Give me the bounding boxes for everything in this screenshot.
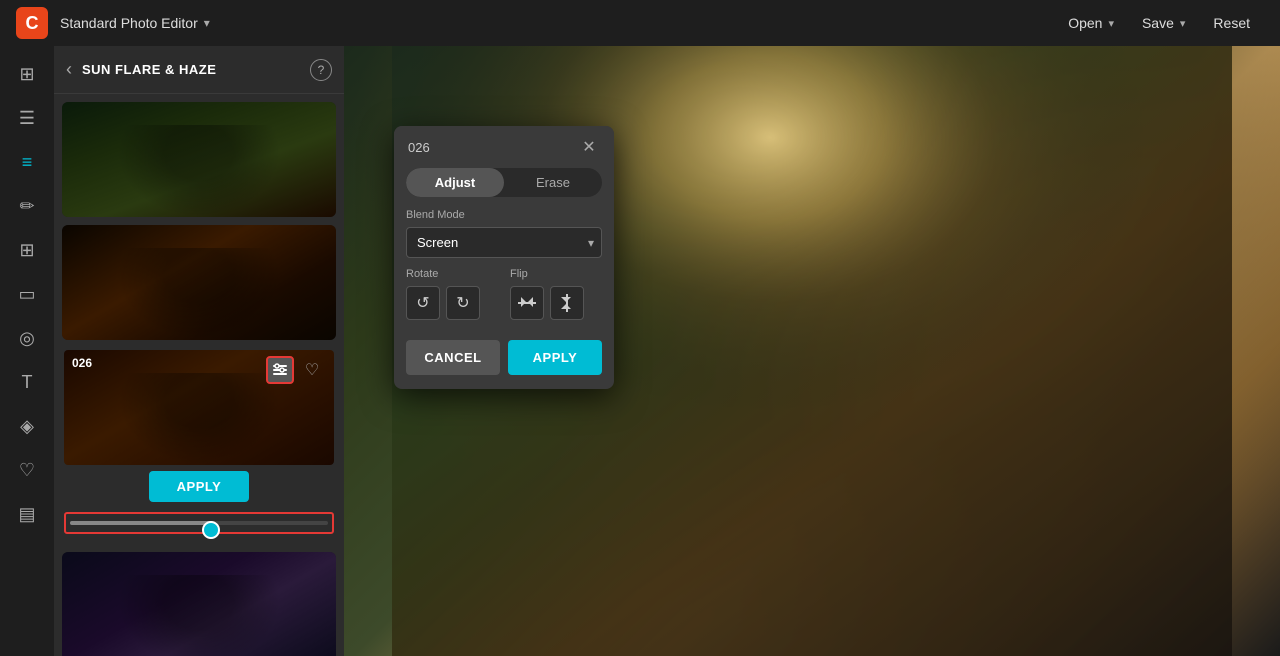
flip-vertical-button[interactable] <box>550 286 584 320</box>
rotate-col: Rotate ↺ ↻ <box>406 268 480 320</box>
topbar: C Standard Photo Editor ▾ Open ▾ Save ▾ … <box>0 0 1280 46</box>
blend-mode-select-wrapper: Screen Normal Overlay Multiply Soft Ligh… <box>406 227 602 258</box>
app-title-group: Standard Photo Editor ▾ <box>60 15 210 31</box>
apply-button[interactable]: APPLY <box>508 340 602 375</box>
left-panel: ‹ SUN FLARE & HAZE ? 026 <box>54 46 344 656</box>
rotate-right-button[interactable]: ↻ <box>446 286 480 320</box>
rotate-label: Rotate <box>406 268 480 280</box>
sidebar-item-grid[interactable]: ⊞ <box>7 230 47 270</box>
rotate-buttons: ↺ ↻ <box>406 286 480 320</box>
rotate-left-button[interactable]: ↺ <box>406 286 440 320</box>
sidebar-item-layers[interactable]: ⊞ <box>7 54 47 94</box>
thumb-settings-button[interactable] <box>266 356 294 384</box>
adjust-dialog: 026 ✕ Adjust Erase Blend Mode Screen Nor… <box>394 126 614 389</box>
dialog-actions: CANCEL APPLY <box>394 330 614 389</box>
canvas-area: 026 ✕ Adjust Erase Blend Mode Screen Nor… <box>344 46 1280 656</box>
panel-help-button[interactable]: ? <box>310 59 332 81</box>
main-layout: ⊞ ☰ ≡ ✏ ⊞ ▭ ◎ T ◈ ♡ ▤ ‹ SUN FLARE & HAZE… <box>0 46 1280 656</box>
reset-button[interactable]: Reset <box>1199 9 1264 37</box>
sidebar-item-heart[interactable]: ♡ <box>7 450 47 490</box>
sidebar-item-adjustments[interactable]: ☰ <box>7 98 47 138</box>
sidebar-item-paint[interactable]: ◈ <box>7 406 47 446</box>
panel-back-button[interactable]: ‹ <box>66 59 72 80</box>
tab-adjust[interactable]: Adjust <box>406 168 504 197</box>
dialog-close-button[interactable]: ✕ <box>578 136 600 158</box>
flip-v-icon <box>560 294 574 312</box>
icon-bar: ⊞ ☰ ≡ ✏ ⊞ ▭ ◎ T ◈ ♡ ▤ <box>0 46 54 656</box>
slider-row <box>64 508 334 542</box>
flip-label: Flip <box>510 268 584 280</box>
thumb-controls: ♡ <box>266 356 326 384</box>
flip-buttons <box>510 286 584 320</box>
blend-mode-section: Blend Mode Screen Normal Overlay Multipl… <box>394 209 614 268</box>
title-arrow-icon[interactable]: ▾ <box>204 16 210 30</box>
blend-mode-select[interactable]: Screen Normal Overlay Multiply Soft Ligh… <box>406 227 602 258</box>
dialog-header: 026 ✕ <box>394 126 614 168</box>
thumb-favorite-button[interactable]: ♡ <box>298 356 326 384</box>
dialog-tabs: Adjust Erase <box>406 168 602 197</box>
list-item[interactable] <box>62 225 336 340</box>
tab-erase[interactable]: Erase <box>504 168 602 197</box>
flip-h-icon <box>518 296 536 310</box>
rotate-flip-row: Rotate ↺ ↻ Flip <box>394 268 614 330</box>
sidebar-item-frame[interactable]: ▭ <box>7 274 47 314</box>
opacity-slider[interactable] <box>70 521 328 525</box>
app-title: Standard Photo Editor <box>60 15 198 31</box>
sidebar-item-camera[interactable]: ◎ <box>7 318 47 358</box>
open-button[interactable]: Open ▾ <box>1054 9 1128 37</box>
apply-btn-row: APPLY <box>64 465 334 508</box>
panel-title: SUN FLARE & HAZE <box>82 62 300 77</box>
list-item[interactable] <box>62 552 336 656</box>
sidebar-item-text[interactable]: T <box>7 362 47 402</box>
thumb-label: 026 <box>72 356 92 370</box>
cancel-button[interactable]: CANCEL <box>406 340 500 375</box>
sidebar-item-brush[interactable]: ✏ <box>7 186 47 226</box>
save-arrow-icon: ▾ <box>1180 17 1186 30</box>
save-button[interactable]: Save ▾ <box>1128 9 1199 37</box>
dialog-overlay: 026 ✕ Adjust Erase Blend Mode Screen Nor… <box>344 46 1280 656</box>
panel-header: ‹ SUN FLARE & HAZE ? <box>54 46 344 94</box>
sidebar-item-filmstrip[interactable]: ▤ <box>7 494 47 534</box>
list-item[interactable] <box>62 102 336 217</box>
panel-scroll[interactable]: 026 ♡ APPLY <box>54 94 344 656</box>
blend-mode-label: Blend Mode <box>406 209 602 221</box>
app-logo: C <box>16 7 48 39</box>
dialog-title: 026 <box>408 140 430 155</box>
sidebar-item-sliders[interactable]: ≡ <box>7 142 47 182</box>
flip-col: Flip <box>510 268 584 320</box>
list-item-active[interactable]: 026 ♡ APPLY <box>62 348 336 544</box>
open-arrow-icon: ▾ <box>1108 17 1114 30</box>
flip-horizontal-button[interactable] <box>510 286 544 320</box>
panel-apply-button[interactable]: APPLY <box>149 471 250 502</box>
